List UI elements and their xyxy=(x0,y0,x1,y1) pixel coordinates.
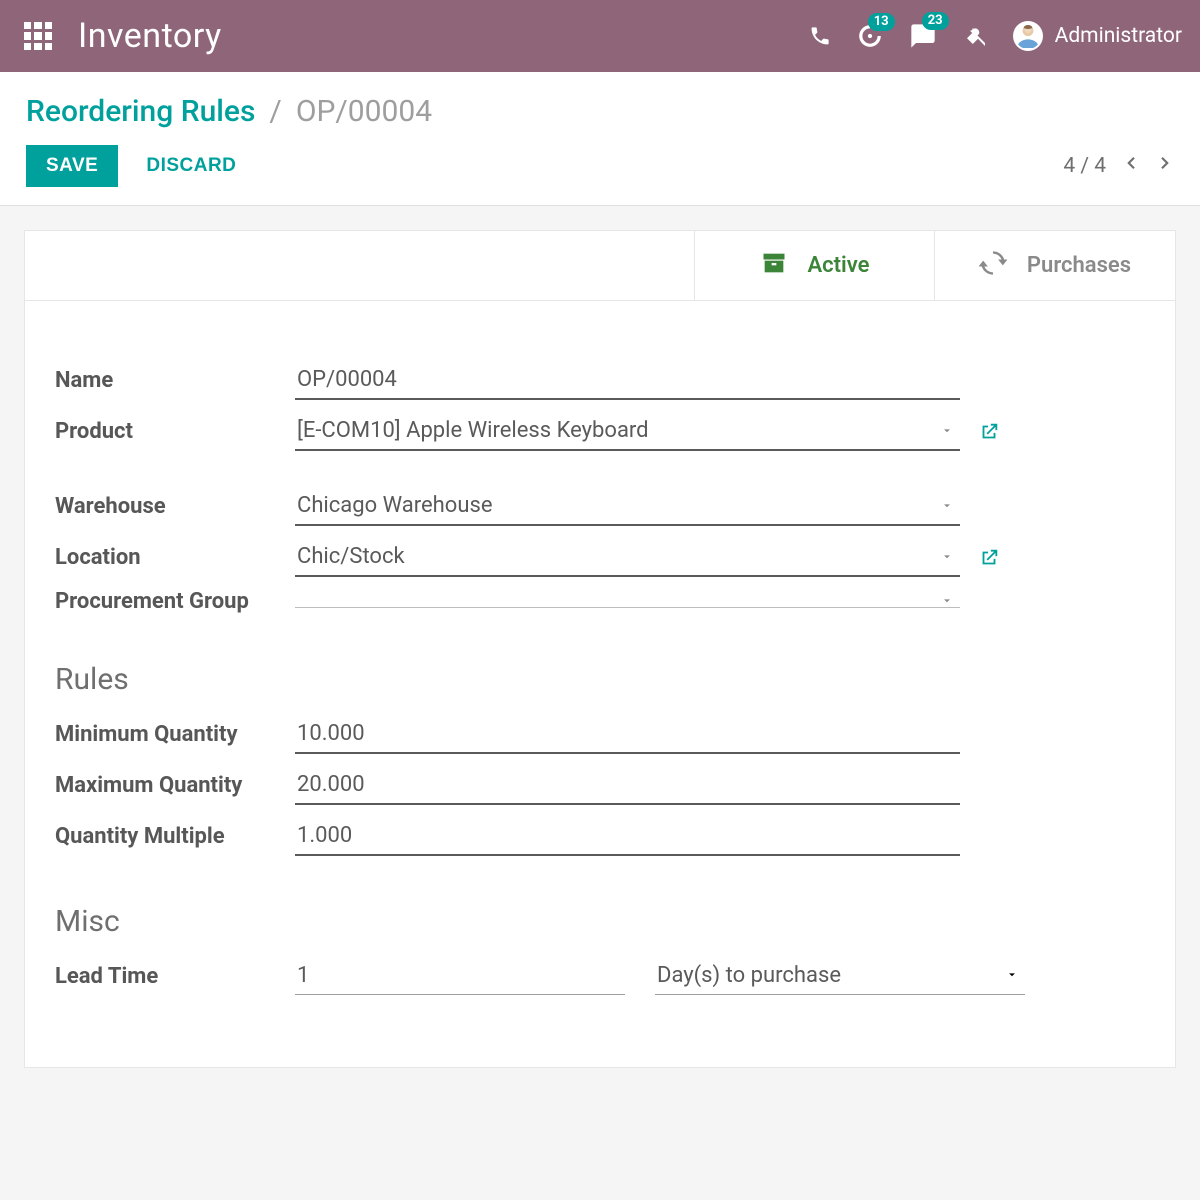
row-procurement-group: Procurement Group xyxy=(55,589,1145,614)
warehouse-select[interactable]: Chicago Warehouse xyxy=(295,487,960,526)
activities-icon[interactable]: 13 xyxy=(857,23,883,49)
purchases-button[interactable]: Purchases xyxy=(935,231,1175,300)
discard-button[interactable]: Discard xyxy=(146,155,236,177)
apps-menu-icon[interactable] xyxy=(24,22,52,50)
row-max-qty: Maximum Quantity xyxy=(55,766,1145,805)
lead-time-unit-value: Day(s) to purchase xyxy=(657,963,841,988)
active-status-button[interactable]: Active xyxy=(695,231,935,300)
row-qty-multiple: Quantity Multiple xyxy=(55,817,1145,856)
max-qty-input[interactable] xyxy=(295,766,960,805)
pager: 4 / 4 xyxy=(1063,150,1174,182)
external-link-icon[interactable] xyxy=(978,421,1000,443)
breadcrumb-root[interactable]: Reordering Rules xyxy=(26,94,255,129)
pager-next[interactable] xyxy=(1156,150,1174,182)
row-name: Name xyxy=(55,361,1145,400)
row-location: Location Chic/Stock xyxy=(55,538,1145,577)
row-lead-time: Lead Time Day(s) to purchase xyxy=(55,957,1145,995)
qty-multiple-input[interactable] xyxy=(295,817,960,856)
refresh-icon xyxy=(979,249,1007,283)
row-warehouse: Warehouse Chicago Warehouse xyxy=(55,487,1145,526)
purchases-label: Purchases xyxy=(1027,253,1131,278)
user-menu[interactable]: Administrator xyxy=(1013,21,1182,51)
label-location: Location xyxy=(55,545,295,570)
row-product: Product [E-COM10] Apple Wireless Keyboar… xyxy=(55,412,1145,451)
archive-icon xyxy=(760,249,788,283)
row-min-qty: Minimum Quantity xyxy=(55,715,1145,754)
breadcrumb-separator: / xyxy=(269,94,281,129)
save-button[interactable]: Save xyxy=(26,145,118,187)
procurement-group-select[interactable] xyxy=(295,595,960,608)
lead-time-unit-select[interactable]: Day(s) to purchase xyxy=(655,957,1025,995)
label-product: Product xyxy=(55,419,295,444)
content: Active Purchases Name Product xyxy=(0,206,1200,1092)
messages-badge: 23 xyxy=(922,12,949,30)
warehouse-value: Chicago Warehouse xyxy=(297,493,493,518)
label-procurement-group: Procurement Group xyxy=(55,589,295,614)
product-select[interactable]: [E-COM10] Apple Wireless Keyboard xyxy=(295,412,960,451)
actions-row: Save Discard 4 / 4 xyxy=(26,145,1174,187)
activities-badge: 13 xyxy=(868,13,895,31)
breadcrumb-leaf: OP/00004 xyxy=(296,94,432,129)
subheader: Reordering Rules / OP/00004 Save Discard… xyxy=(0,72,1200,206)
caret-down-icon[interactable] xyxy=(1005,967,1019,986)
external-link-icon[interactable] xyxy=(978,547,1000,569)
label-qty-multiple: Quantity Multiple xyxy=(55,824,295,849)
form-sheet: Active Purchases Name Product xyxy=(24,230,1176,1068)
pager-prev[interactable] xyxy=(1122,150,1140,182)
label-min-qty: Minimum Quantity xyxy=(55,722,295,747)
label-warehouse: Warehouse xyxy=(55,494,295,519)
messages-icon[interactable]: 23 xyxy=(909,22,937,50)
name-input[interactable] xyxy=(295,361,960,400)
label-lead-time: Lead Time xyxy=(55,964,295,989)
label-name: Name xyxy=(55,368,295,393)
caret-down-icon[interactable] xyxy=(940,548,954,567)
product-value: [E-COM10] Apple Wireless Keyboard xyxy=(297,418,649,443)
status-tabs: Active Purchases xyxy=(25,231,1175,301)
caret-down-icon[interactable] xyxy=(940,422,954,441)
tools-icon[interactable] xyxy=(963,24,987,48)
section-rules: Rules xyxy=(55,662,1145,697)
label-max-qty: Maximum Quantity xyxy=(55,773,295,798)
min-qty-input[interactable] xyxy=(295,715,960,754)
breadcrumb: Reordering Rules / OP/00004 xyxy=(26,94,1174,129)
section-misc: Misc xyxy=(55,904,1145,939)
status-spacer xyxy=(25,231,695,300)
caret-down-icon[interactable] xyxy=(940,592,954,611)
lead-time-input[interactable] xyxy=(295,957,625,995)
pager-text: 4 / 4 xyxy=(1063,154,1106,178)
location-value: Chic/Stock xyxy=(297,544,405,569)
topbar-right: 13 23 Administrator xyxy=(809,21,1182,51)
caret-down-icon[interactable] xyxy=(940,497,954,516)
topbar: Inventory 13 23 Administrator xyxy=(0,0,1200,72)
form-body: Name Product [E-COM10] Apple Wireless Ke… xyxy=(25,301,1175,1067)
app-title: Inventory xyxy=(78,16,222,56)
phone-icon[interactable] xyxy=(809,25,831,47)
avatar xyxy=(1013,21,1043,51)
location-select[interactable]: Chic/Stock xyxy=(295,538,960,577)
active-status-label: Active xyxy=(808,253,870,278)
user-name: Administrator xyxy=(1055,24,1182,48)
